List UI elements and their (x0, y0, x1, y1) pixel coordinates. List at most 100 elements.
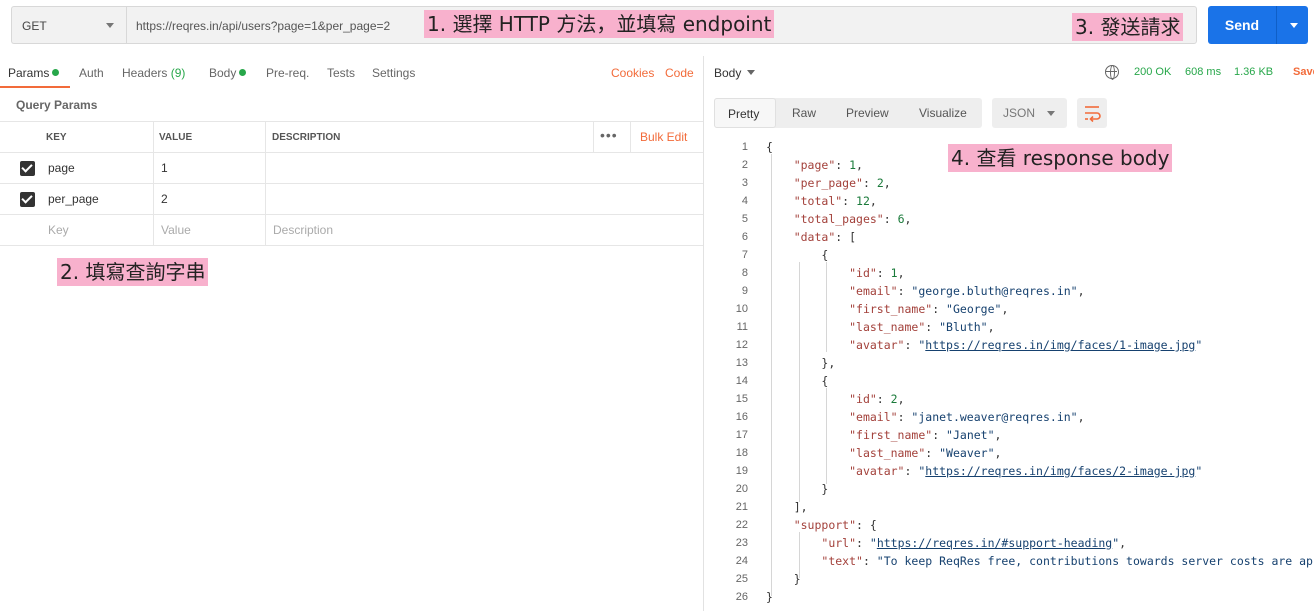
chevron-down-icon (747, 70, 756, 75)
response-body-dropdown[interactable]: Body (714, 66, 756, 80)
wrap-lines-button[interactable] (1077, 98, 1107, 128)
code-text: "id": 1, (849, 266, 905, 280)
status-code[interactable]: 200 OK (1134, 66, 1171, 78)
code-text: { (766, 140, 773, 154)
code-text: "support": { (793, 518, 877, 532)
col-divider (265, 153, 266, 184)
code-text: "text": "To keep ReqRes free, contributi… (821, 554, 1314, 568)
code-text: ], (793, 500, 808, 514)
code-text: "email": "george.bluth@reqres.in", (849, 284, 1085, 298)
code-line: 15 "id": 2, (704, 390, 1314, 408)
code-text: } (821, 482, 829, 496)
view-tab-raw[interactable]: Raw (792, 98, 816, 128)
tab-tests[interactable]: Tests (327, 66, 355, 80)
code-line: 3 "per_page": 2, (704, 174, 1314, 192)
more-options-icon[interactable]: ••• (600, 127, 618, 143)
code-line: 12 "avatar": "https://reqres.in/img/face… (704, 336, 1314, 354)
code-text: "last_name": "Weaver", (849, 446, 1002, 460)
param-key[interactable]: per_page (48, 184, 99, 214)
line-number: 12 (735, 339, 748, 351)
row-checkbox[interactable] (20, 161, 35, 176)
col-divider (153, 122, 154, 153)
code-line: 8 "id": 1, (704, 264, 1314, 282)
code-line: 11 "last_name": "Bluth", (704, 318, 1314, 336)
tab-headers-label: Headers (122, 66, 168, 80)
tab-body[interactable]: Body (209, 66, 247, 80)
line-number: 23 (735, 537, 748, 549)
code-line: 24 "text": "To keep ReqRes free, contrib… (704, 552, 1314, 570)
code-line: 14 { (704, 372, 1314, 390)
header-description: DESCRIPTION (272, 132, 341, 143)
method-select[interactable]: GET (11, 6, 126, 44)
query-params-title: Query Params (16, 98, 98, 112)
param-key[interactable]: page (48, 153, 75, 183)
table-header-row: KEY VALUE DESCRIPTION ••• Bulk Edit (0, 121, 703, 153)
annotation-3: 3. 發送請求 (1072, 13, 1184, 41)
body-active-dot (239, 69, 247, 76)
response-body-label: Body (714, 66, 742, 80)
key-placeholder[interactable]: Key (48, 215, 69, 245)
wrap-lines-icon (1085, 106, 1101, 123)
code-text: "first_name": "George", (849, 302, 1009, 316)
description-placeholder[interactable]: Description (273, 215, 333, 245)
response-body-code[interactable]: 1{2 "page": 1, 3 "per_page": 2, 4 "total":… (704, 138, 1314, 611)
code-line: 13 }, (704, 354, 1314, 372)
annotation-1: 1. 選擇 HTTP 方法，並填寫 endpoint (424, 10, 775, 38)
code-text: "total_pages": 6, (793, 212, 912, 226)
save-response-button[interactable]: Save (1293, 66, 1314, 78)
param-value[interactable]: 1 (161, 153, 168, 183)
col-divider (265, 215, 266, 246)
view-tab-pretty[interactable]: Pretty (714, 98, 776, 128)
cookies-link[interactable]: Cookies (611, 66, 654, 80)
code-text: { (821, 374, 829, 388)
view-tab-preview[interactable]: Preview (846, 98, 889, 128)
chevron-down-icon (106, 23, 114, 28)
code-text: "page": 1, (793, 158, 863, 172)
line-number: 4 (741, 195, 748, 207)
param-value[interactable]: 2 (161, 184, 168, 214)
line-number: 18 (735, 447, 748, 459)
header-key: KEY (46, 132, 67, 143)
code-text: "id": 2, (849, 392, 905, 406)
globe-icon[interactable] (1105, 65, 1119, 80)
code-link[interactable]: Code (665, 66, 694, 80)
code-line: 16 "email": "janet.weaver@reqres.in", (704, 408, 1314, 426)
tab-params[interactable]: Params (8, 66, 60, 80)
col-divider (593, 122, 594, 153)
code-line: 10 "first_name": "George", (704, 300, 1314, 318)
send-label: Send (1224, 17, 1260, 33)
code-text: { (821, 248, 829, 262)
header-value: VALUE (159, 132, 193, 143)
line-number: 17 (735, 429, 748, 441)
send-options-chevron-icon[interactable] (1290, 23, 1298, 28)
code-line: 19 "avatar": "https://reqres.in/img/face… (704, 462, 1314, 480)
line-number: 19 (735, 465, 748, 477)
row-checkbox[interactable] (20, 192, 35, 207)
line-number: 5 (741, 213, 748, 225)
format-value: JSON (1003, 106, 1036, 120)
code-line: 9 "email": "george.bluth@reqres.in", (704, 282, 1314, 300)
code-line: 25 } (704, 570, 1314, 588)
method-value: GET (22, 19, 47, 33)
send-button[interactable]: Send (1208, 6, 1308, 44)
value-placeholder[interactable]: Value (161, 215, 191, 245)
tab-params-label: Params (8, 66, 50, 80)
code-line: 20 } (704, 480, 1314, 498)
tab-body-label: Body (209, 66, 237, 80)
format-select[interactable]: JSON (992, 98, 1067, 128)
code-line: 26} (704, 588, 1314, 606)
view-tab-visualize[interactable]: Visualize (919, 98, 967, 128)
code-line: 23 "url": "https://reqres.in/#support-he… (704, 534, 1314, 552)
response-size[interactable]: 1.36 KB (1234, 66, 1273, 78)
code-line: 21 ], (704, 498, 1314, 516)
bulk-edit-link[interactable]: Bulk Edit (640, 122, 687, 152)
tab-prereq[interactable]: Pre-req. (266, 66, 309, 80)
code-text: "first_name": "Janet", (849, 428, 1002, 442)
tab-auth[interactable]: Auth (79, 66, 104, 80)
table-row-empty: Key Value Description (0, 214, 703, 246)
response-time[interactable]: 608 ms (1185, 66, 1221, 78)
code-text: }, (821, 356, 836, 370)
tab-settings[interactable]: Settings (372, 66, 415, 80)
line-number: 24 (735, 555, 748, 567)
tab-headers[interactable]: Headers (9) (122, 66, 185, 80)
